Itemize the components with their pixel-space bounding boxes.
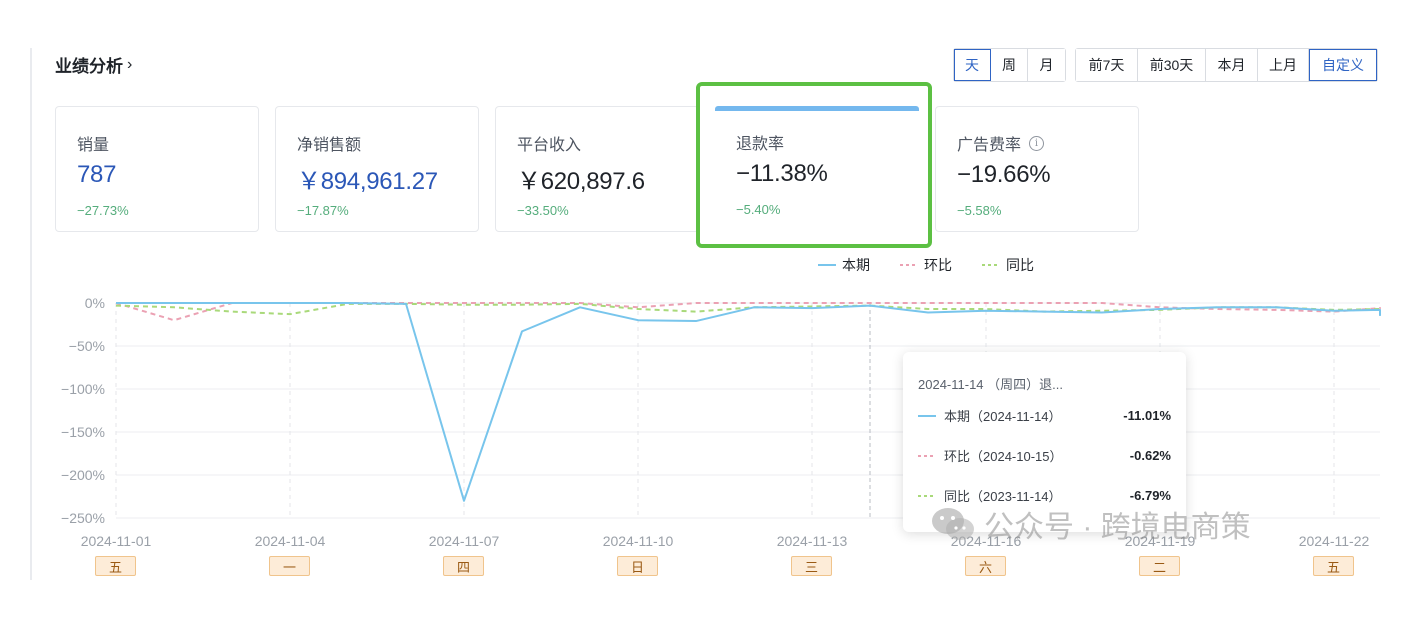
weekday-badges: 五 一 四 日 三 六 二 五 xyxy=(0,556,1414,576)
y-tick-label: −50% xyxy=(69,338,105,354)
weekday-badge: 四 xyxy=(443,556,484,576)
y-tick-label: −100% xyxy=(61,381,105,397)
x-tick-label: 2024-11-01 xyxy=(81,533,152,549)
tooltip-title: 2024-11-14 （周四）退... xyxy=(918,377,1063,392)
tooltip-row-mom: 环比（2024-10-15） -0.62% xyxy=(918,446,1171,465)
watermark: 公众号 · 跨境电商策 xyxy=(930,502,1251,546)
x-tick-label: 2024-11-22 xyxy=(1299,533,1370,549)
x-tick-label: 2024-11-07 xyxy=(429,533,500,549)
weekday-badge: 五 xyxy=(1313,556,1354,576)
x-tick-label: 2024-11-13 xyxy=(777,533,848,549)
weekday-badge: 六 xyxy=(965,556,1006,576)
tooltip-row-value: -0.62% xyxy=(1129,448,1171,463)
weekday-badge: 二 xyxy=(1139,556,1180,576)
wechat-icon xyxy=(932,508,974,540)
y-tick-label: −250% xyxy=(61,510,105,526)
series-line-current xyxy=(116,302,1381,502)
toggle-day-button[interactable]: 天 xyxy=(954,49,991,81)
x-tick-label: 2024-11-10 xyxy=(603,533,674,549)
weekday-badge: 日 xyxy=(617,556,658,576)
y-tick-label: −200% xyxy=(61,467,105,483)
y-tick-label: 0% xyxy=(85,295,105,311)
watermark-text: 公众号 · 跨境电商策 xyxy=(984,511,1251,544)
tooltip-row-label: 本期（2024-11-14） xyxy=(944,409,1062,424)
y-tick-label: −150% xyxy=(61,424,105,440)
weekday-badge: 五 xyxy=(95,556,136,576)
tooltip-row-value: -6.79% xyxy=(1129,488,1171,503)
x-tick-label: 2024-11-04 xyxy=(255,533,326,549)
weekday-badge: 一 xyxy=(269,556,310,576)
tooltip-row-value: -11.01% xyxy=(1123,408,1171,423)
tooltip-line-dashed-icon xyxy=(918,454,936,457)
weekday-badge: 三 xyxy=(791,556,832,576)
tooltip-line-dashed-icon xyxy=(918,494,936,497)
tooltip-row-label: 环比（2024-10-15） xyxy=(944,449,1063,464)
range-custom-button[interactable]: 自定义 xyxy=(1309,49,1377,81)
tooltip-row-current: 本期（2024-11-14） -11.01% xyxy=(918,406,1171,425)
tooltip-line-solid-icon xyxy=(918,414,936,417)
